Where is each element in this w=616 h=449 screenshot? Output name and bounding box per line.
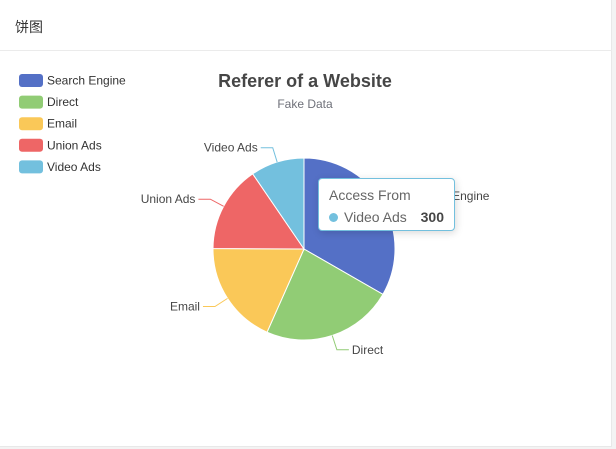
slice-label-1: Direct <box>352 343 384 357</box>
slice-label-3: Union Ads <box>141 192 196 206</box>
legend-label-1: Direct <box>47 95 79 109</box>
label-line-1 <box>331 335 349 351</box>
slice-label-4: Video Ads <box>204 141 258 155</box>
legend-label-0: Search Engine <box>47 74 126 88</box>
legend-swatch-1 <box>19 95 43 109</box>
legend-label-2: Email <box>47 117 77 131</box>
label-line-3 <box>198 198 224 207</box>
legend-label-3: Union Ads <box>47 138 102 152</box>
chart-title: Referer of a Website <box>218 71 392 91</box>
legend-swatch-0 <box>19 74 43 87</box>
label-line-4 <box>260 147 278 163</box>
tooltip-title: Access From <box>329 187 411 203</box>
legend-swatch-2 <box>19 117 43 131</box>
tooltip-series-name: Video Ads <box>344 209 407 225</box>
legend-swatch-3 <box>19 138 43 152</box>
tooltip-value: 300 <box>420 209 444 225</box>
chart-tooltip: Access From Video Ads 300 <box>318 178 455 231</box>
chart-subtitle: Fake Data <box>277 97 333 111</box>
legend-label-4: Video Ads <box>47 160 101 174</box>
tooltip-series-dot <box>329 212 338 222</box>
tooltip-row: Video Ads 300 <box>329 208 444 226</box>
legend-swatch-4 <box>19 160 43 174</box>
label-line-2 <box>202 297 228 308</box>
slice-label-2: Email <box>170 300 200 314</box>
pie-chart: Referer of a Website Fake Data Search Engi… <box>19 71 490 357</box>
